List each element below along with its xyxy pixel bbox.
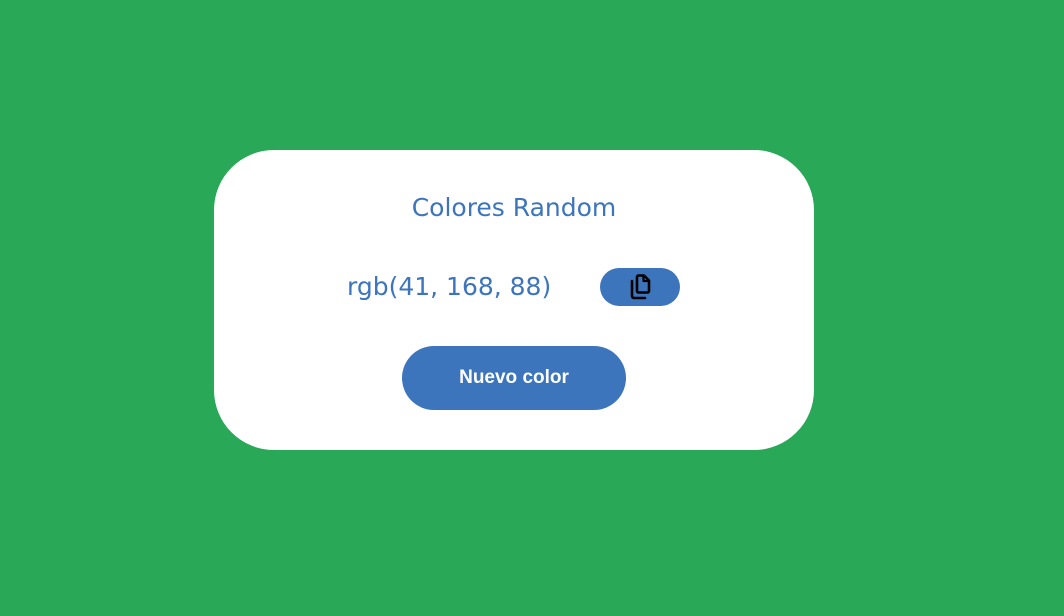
new-color-button[interactable]: Nuevo color: [402, 346, 626, 410]
copy-icon: [628, 274, 652, 300]
copy-button[interactable]: [600, 268, 680, 306]
page-title: Colores Random: [411, 193, 617, 222]
color-value-text: rgb(41, 168, 88): [347, 272, 552, 301]
color-card: Colores Random rgb(41, 168, 88) Nuevo co…: [214, 150, 814, 450]
